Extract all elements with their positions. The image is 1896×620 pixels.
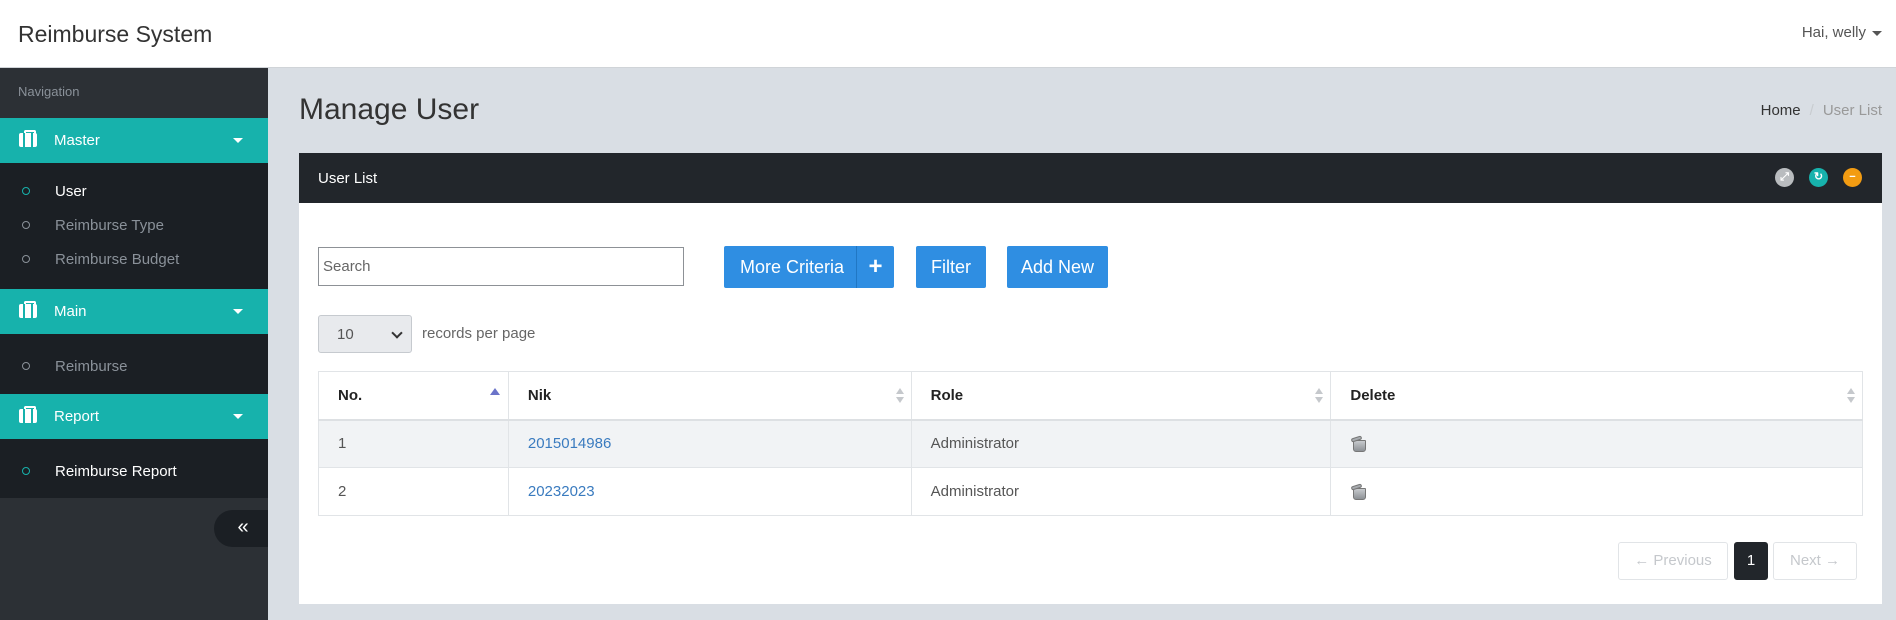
circle-icon — [22, 255, 30, 263]
add-new-button[interactable]: Add New — [1007, 246, 1108, 288]
user-list-panel: User List ⤢ ↻ − More Criteria + Filter A… — [299, 153, 1882, 604]
cell-role: Administrator — [910, 467, 1332, 516]
table-row: 1 2015014986 Administrator — [318, 419, 1863, 468]
column-header-no[interactable]: No. — [318, 371, 509, 421]
app-title: Reimburse System — [18, 21, 213, 47]
add-criteria-button[interactable]: + — [857, 246, 894, 288]
cell-role: Administrator — [910, 419, 1332, 468]
nik-link[interactable]: 2015014986 — [528, 435, 611, 452]
caret-down-icon — [1872, 30, 1882, 36]
caret-down-icon — [233, 138, 243, 143]
column-header-label: Role — [930, 386, 964, 404]
column-header-nik[interactable]: Nik — [507, 371, 912, 421]
sidebar-group-label: Main — [54, 303, 87, 320]
sidebar-item-user[interactable]: User — [0, 175, 268, 209]
user-greeting: Hai, welly — [1801, 24, 1866, 41]
sort-icon — [1315, 388, 1324, 404]
nik-link[interactable]: 20232023 — [528, 483, 595, 500]
submenu-report: Reimburse Report — [0, 439, 268, 498]
top-bar: Reimburse System Hai, welly — [0, 0, 1896, 68]
minimize-icon[interactable]: − — [1843, 168, 1862, 187]
column-header-label: Nik — [527, 386, 552, 404]
breadcrumb-current: User List — [1822, 102, 1882, 119]
double-chevron-left-icon: « — [237, 516, 249, 538]
sidebar-item-label: Reimburse Budget — [55, 251, 180, 268]
records-per-page-label: records per page — [422, 325, 536, 342]
sidebar-item-reimburse[interactable]: Reimburse — [0, 350, 268, 384]
user-menu[interactable]: Hai, welly — [1802, 24, 1882, 41]
previous-page-button[interactable]: ← Previous — [1618, 542, 1728, 580]
circle-icon — [22, 362, 30, 370]
next-page-button[interactable]: Next → — [1773, 542, 1857, 580]
sort-icon — [1847, 388, 1855, 404]
page-size-value: 10 — [337, 326, 354, 343]
column-header-label: No. — [338, 386, 363, 404]
sidebar-item-reimburse-type[interactable]: Reimburse Type — [0, 209, 268, 243]
sort-icon — [895, 388, 904, 404]
sidebar-item-reimburse-budget[interactable]: Reimburse Budget — [0, 243, 268, 277]
page-number-button[interactable]: 1 — [1734, 542, 1768, 580]
sidebar-item-label: User — [55, 183, 87, 200]
briefcase-icon — [19, 406, 37, 423]
reload-icon[interactable]: ↻ — [1809, 168, 1828, 187]
trash-icon[interactable] — [1350, 435, 1368, 453]
column-header-delete[interactable]: Delete — [1330, 371, 1863, 421]
circle-icon — [22, 467, 30, 475]
more-criteria-button[interactable]: More Criteria — [724, 246, 857, 288]
trash-icon[interactable] — [1350, 482, 1368, 501]
page-title: Manage User — [299, 93, 480, 126]
circle-icon — [22, 221, 30, 229]
breadcrumb: Home / User List — [1761, 102, 1882, 119]
cell-nik: 2015014986 — [507, 419, 912, 468]
briefcase-icon — [19, 301, 37, 318]
circle-icon — [22, 187, 30, 195]
breadcrumb-separator: / — [1809, 102, 1814, 119]
submenu-master: User Reimburse Type Reimburse Budget — [0, 163, 268, 289]
panel-title: User List — [318, 170, 378, 187]
sidebar-item-label: Reimburse Type — [55, 217, 164, 234]
sidebar-collapse-button[interactable]: « — [214, 510, 268, 547]
sidebar-group-main[interactable]: Main — [0, 289, 268, 334]
sidebar: Navigation Master User Reimburse Type Re… — [0, 68, 268, 620]
table-header-row: No. Nik Role Delete — [318, 371, 1863, 421]
chevron-down-icon — [391, 327, 403, 339]
sidebar-group-label: Report — [54, 408, 100, 425]
sidebar-group-label: Master — [54, 132, 100, 149]
sidebar-group-report[interactable]: Report — [0, 394, 268, 439]
sidebar-item-reimburse-report[interactable]: Reimburse Report — [0, 455, 268, 489]
sort-asc-icon — [489, 388, 500, 395]
sidebar-item-label: Reimburse — [55, 358, 128, 375]
panel-header: User List ⤢ ↻ − — [299, 153, 1882, 203]
caret-down-icon — [233, 309, 243, 314]
cell-delete — [1330, 419, 1863, 468]
breadcrumb-home-link[interactable]: Home — [1761, 102, 1801, 119]
user-table: No. Nik Role Delete 1 2015014986 Adminis… — [318, 371, 1863, 516]
table-row: 2 20232023 Administrator — [318, 467, 1863, 516]
submenu-main: Reimburse — [0, 334, 268, 394]
page-size-select[interactable]: 10 — [318, 315, 412, 353]
column-header-role[interactable]: Role — [910, 371, 1332, 421]
briefcase-icon — [19, 130, 37, 147]
cell-no: 2 — [318, 467, 509, 516]
sidebar-group-master[interactable]: Master — [0, 118, 268, 163]
filter-button[interactable]: Filter — [916, 246, 986, 288]
nav-caption: Navigation — [18, 84, 80, 99]
cell-no: 1 — [318, 419, 509, 468]
sidebar-item-label: Reimburse Report — [55, 463, 177, 480]
cell-nik: 20232023 — [507, 467, 912, 516]
caret-down-icon — [233, 414, 243, 419]
column-header-label: Delete — [1350, 386, 1396, 404]
cell-delete — [1330, 467, 1863, 516]
search-input[interactable] — [318, 247, 684, 286]
expand-icon[interactable]: ⤢ — [1775, 168, 1794, 187]
